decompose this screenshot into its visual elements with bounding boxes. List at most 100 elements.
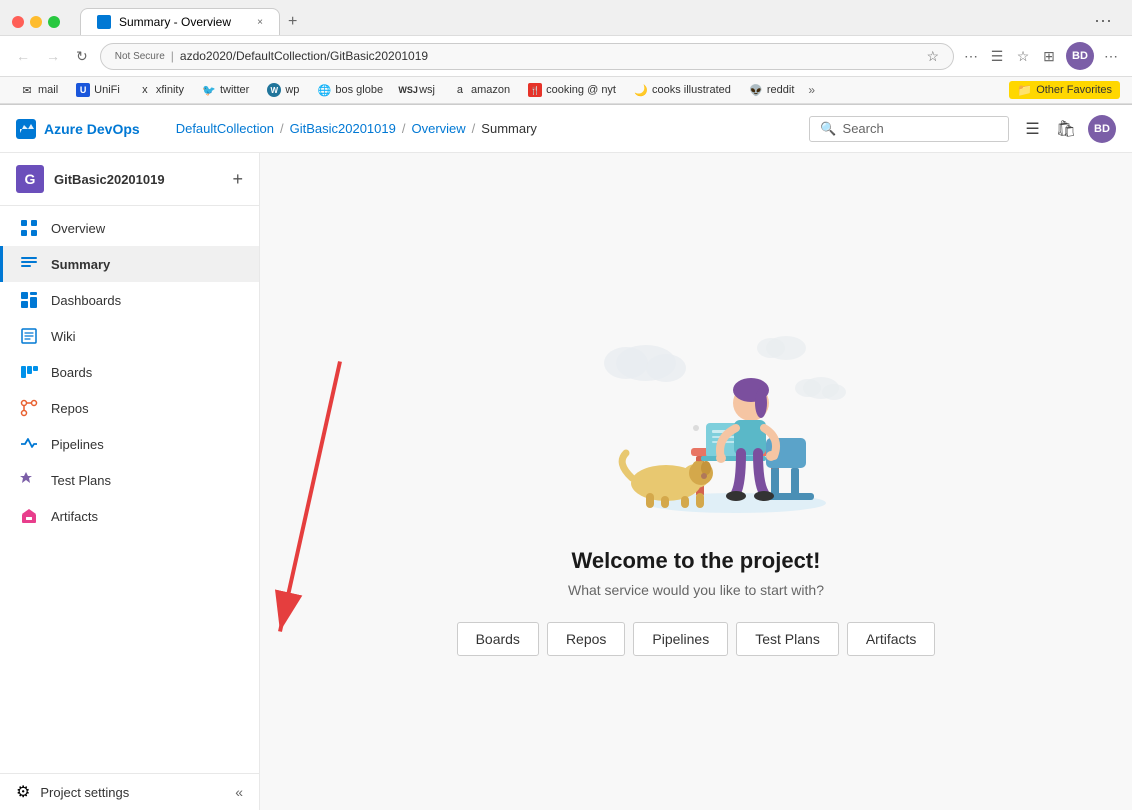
bookmark-unifi[interactable]: U UniFi: [68, 81, 128, 99]
breadcrumb-project[interactable]: GitBasic20201019: [290, 121, 396, 136]
browser-menu-button[interactable]: ⋯: [1086, 11, 1120, 32]
bookmark-reddit[interactable]: 👽 reddit: [741, 81, 803, 99]
sidebar-item-pipelines-label: Pipelines: [51, 437, 104, 452]
sidebar-item-test-plans[interactable]: Test Plans: [0, 462, 259, 498]
bookmark-xfinity-label: xfinity: [156, 84, 184, 96]
sidebar-item-overview[interactable]: Overview: [0, 210, 259, 246]
sidebar-item-wiki[interactable]: Wiki: [0, 318, 259, 354]
new-tab-button[interactable]: +: [280, 9, 305, 35]
bookmark-twitter[interactable]: 🐦 twitter: [194, 81, 257, 99]
ado-logo-icon: [16, 119, 36, 139]
extensions-button[interactable]: ⋯: [962, 47, 980, 65]
breadcrumb-sep-1: /: [280, 121, 284, 136]
artifacts-icon: [19, 506, 39, 526]
sidebar-item-overview-label: Overview: [51, 221, 105, 236]
project-initial: G: [25, 171, 36, 187]
summary-icon: [19, 254, 39, 274]
search-placeholder-text: Search: [843, 121, 884, 136]
bookmark-amazon-label: amazon: [471, 84, 510, 96]
forward-button[interactable]: →: [42, 44, 64, 68]
shopping-bag-icon-button[interactable]: 🛍: [1052, 115, 1080, 143]
breadcrumb-default-collection[interactable]: DefaultCollection: [176, 121, 274, 136]
url-bar[interactable]: Not Secure | azdo2020/DefaultCollection/…: [100, 43, 954, 70]
project-name: GitBasic20201019: [54, 172, 165, 187]
tab-title: Summary - Overview: [119, 15, 231, 29]
sidebar-item-summary[interactable]: Summary: [0, 246, 259, 282]
other-favorites-folder[interactable]: 📁 Other Favorites: [1009, 81, 1120, 99]
sidebar-item-repos[interactable]: Repos: [0, 390, 259, 426]
bookmark-wp[interactable]: W wp: [259, 81, 307, 99]
bos-globe-icon: 🌐: [317, 83, 331, 97]
tab-bar: Summary - Overview × +: [80, 8, 305, 35]
cooking-nyt-icon: 🍴: [528, 83, 542, 97]
header-search-box[interactable]: 🔍 Search: [809, 116, 1009, 142]
sidebar-item-artifacts[interactable]: Artifacts: [0, 498, 259, 534]
main-content: Welcome to the project! What service wou…: [260, 153, 1132, 810]
sidebar-item-boards[interactable]: Boards: [0, 354, 259, 390]
tab-favicon: [97, 15, 111, 29]
sidebar-item-test-plans-label: Test Plans: [51, 473, 111, 488]
sidebar-item-repos-label: Repos: [51, 401, 89, 416]
breadcrumb-sep-2: /: [402, 121, 406, 136]
bookmarks-overflow-button[interactable]: »: [804, 83, 819, 97]
sidebar-item-dashboards[interactable]: Dashboards: [0, 282, 259, 318]
service-button-artifacts[interactable]: Artifacts: [847, 622, 936, 656]
browser-more-button[interactable]: ⋯: [1102, 47, 1120, 65]
folder-icon: 📁: [1017, 83, 1032, 97]
sidebar-collapse-button[interactable]: «: [235, 784, 243, 800]
service-button-test-plans[interactable]: Test Plans: [736, 622, 839, 656]
search-icon: 🔍: [820, 121, 836, 137]
user-avatar-button[interactable]: BD: [1088, 115, 1116, 143]
favorites-button[interactable]: ☆: [1014, 47, 1032, 65]
title-bar: Summary - Overview × + ⋯: [0, 0, 1132, 35]
service-button-boards[interactable]: Boards: [457, 622, 539, 656]
cooks-illustrated-icon: 🌙: [634, 83, 648, 97]
service-button-repos[interactable]: Repos: [547, 622, 625, 656]
ado-logo[interactable]: Azure DevOps: [16, 119, 140, 139]
browser-user-avatar[interactable]: BD: [1066, 42, 1094, 70]
bookmark-bos-globe-label: bos globe: [335, 84, 383, 96]
tab-close-button[interactable]: ×: [257, 17, 263, 28]
bookmark-cooking-nyt-label: cooking @ nyt: [546, 84, 616, 96]
sidebar-project-header: G GitBasic20201019 +: [0, 153, 259, 206]
sidebar-item-pipelines[interactable]: Pipelines: [0, 426, 259, 462]
maximize-window-button[interactable]: [48, 16, 60, 28]
service-buttons-container: Boards Repos Pipelines Test Plans Artifa…: [457, 622, 936, 656]
bookmark-cooking-nyt[interactable]: 🍴 cooking @ nyt: [520, 81, 624, 99]
close-window-button[interactable]: [12, 16, 24, 28]
sidebar-item-artifacts-label: Artifacts: [51, 509, 98, 524]
add-project-button[interactable]: +: [232, 169, 243, 190]
ado-app-header: Azure DevOps DefaultCollection / GitBasi…: [0, 105, 1132, 153]
welcome-title: Welcome to the project!: [457, 548, 936, 574]
service-button-pipelines[interactable]: Pipelines: [633, 622, 728, 656]
welcome-subtitle: What service would you like to start wit…: [457, 582, 936, 598]
address-bar: ← → ↻ Not Secure | azdo2020/DefaultColle…: [0, 35, 1132, 77]
pipelines-icon: [19, 434, 39, 454]
bookmark-wsj[interactable]: WSJ wsj: [393, 81, 443, 99]
bookmark-bos-globe[interactable]: 🌐 bos globe: [309, 81, 391, 99]
bookmark-amazon[interactable]: a amazon: [445, 81, 518, 99]
back-button[interactable]: ←: [12, 44, 34, 68]
wsj-icon: WSJ: [401, 83, 415, 97]
minimize-window-button[interactable]: [30, 16, 42, 28]
breadcrumb-overview[interactable]: Overview: [411, 121, 465, 136]
sidebar-item-summary-label: Summary: [51, 257, 110, 272]
bookmark-cooks-illustrated[interactable]: 🌙 cooks illustrated: [626, 81, 739, 99]
bookmark-star-icon[interactable]: ☆: [926, 48, 939, 65]
other-favorites-label: Other Favorites: [1036, 84, 1112, 96]
bookmark-mail[interactable]: ✉ mail: [12, 81, 66, 99]
settings-icon-button[interactable]: ☰: [1021, 115, 1043, 143]
browser-tab-active[interactable]: Summary - Overview ×: [80, 8, 280, 35]
bookmark-xfinity[interactable]: x xfinity: [130, 81, 192, 99]
xfinity-icon: x: [138, 83, 152, 97]
collections-button[interactable]: ⊞: [1040, 47, 1058, 65]
refresh-button[interactable]: ↻: [72, 44, 92, 69]
sidebar-footer[interactable]: ⚙ Project settings «: [0, 773, 259, 810]
bookmarks-bar: ✉ mail U UniFi x xfinity 🐦 twitter W wp …: [0, 77, 1132, 104]
bookmark-unifi-label: UniFi: [94, 84, 120, 96]
project-avatar: G: [16, 165, 44, 193]
reading-list-button[interactable]: ☰: [988, 47, 1006, 65]
toolbar-icons: ⋯ ☰ ☆ ⊞ BD ⋯: [962, 42, 1120, 70]
bookmark-twitter-label: twitter: [220, 84, 249, 96]
app-body: G GitBasic20201019 + Overview Summary: [0, 153, 1132, 810]
